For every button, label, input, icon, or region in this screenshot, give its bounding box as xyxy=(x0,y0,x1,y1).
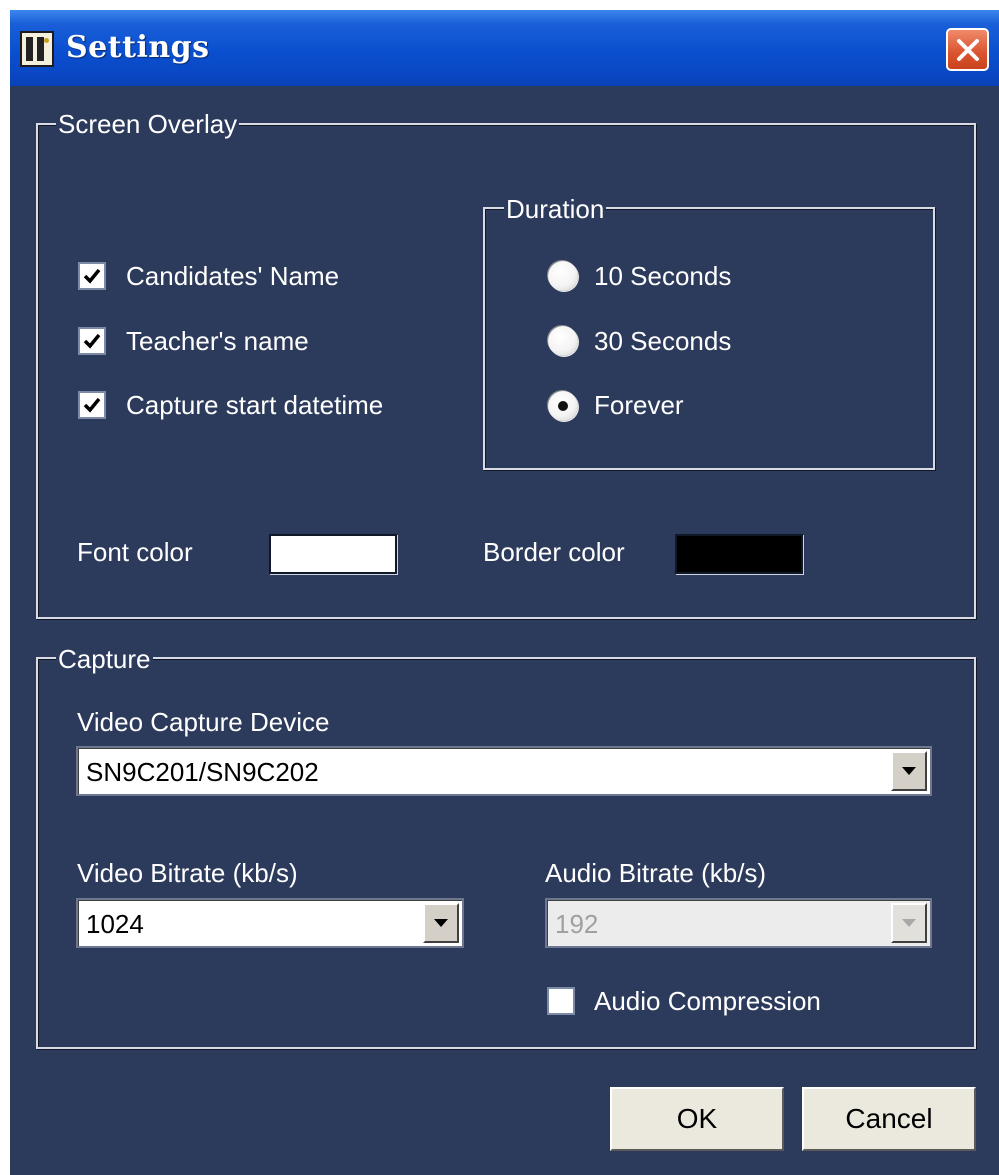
screen-overlay-legend: Screen Overlay xyxy=(56,109,240,140)
checkbox-teachers-name[interactable] xyxy=(78,327,106,355)
close-button[interactable] xyxy=(946,28,989,71)
candidates-name-label[interactable]: Candidates' Name xyxy=(126,261,339,292)
audio-bitrate-value: 192 xyxy=(555,909,599,939)
video-bitrate-select[interactable]: 1024 xyxy=(76,898,464,948)
app-icon xyxy=(20,31,54,67)
video-capture-device-select[interactable]: SN9C201/SN9C202 xyxy=(76,746,932,796)
cancel-button[interactable]: Cancel xyxy=(802,1087,976,1151)
radio-10-seconds[interactable] xyxy=(548,261,578,291)
checkmark-icon xyxy=(83,268,101,284)
video-capture-device-value: SN9C201/SN9C202 xyxy=(86,757,319,787)
chevron-down-icon xyxy=(902,767,916,775)
capture-start-datetime-label[interactable]: Capture start datetime xyxy=(126,390,383,421)
checkbox-candidates-name[interactable] xyxy=(78,262,106,290)
checkbox-audio-compression[interactable] xyxy=(547,987,575,1015)
ok-button[interactable]: OK xyxy=(610,1087,784,1151)
checkmark-icon xyxy=(83,333,101,349)
radio-10-seconds-label[interactable]: 10 Seconds xyxy=(594,261,731,292)
radio-forever[interactable] xyxy=(548,391,578,421)
video-capture-device-dropdown-button[interactable] xyxy=(891,751,927,791)
title-bar[interactable]: Settings xyxy=(10,10,999,86)
capture-legend: Capture xyxy=(56,644,153,675)
border-color-label: Border color xyxy=(483,537,625,567)
audio-bitrate-label: Audio Bitrate (kb/s) xyxy=(545,858,767,888)
settings-dialog: Settings Screen Overlay Candidates' Name… xyxy=(10,10,999,1175)
radio-selected-dot xyxy=(558,401,568,411)
audio-bitrate-dropdown-button xyxy=(891,903,927,943)
close-icon xyxy=(957,39,979,61)
border-color-swatch[interactable] xyxy=(675,534,803,574)
font-color-swatch[interactable] xyxy=(269,534,397,574)
video-bitrate-label: Video Bitrate (kb/s) xyxy=(77,858,298,888)
font-color-label: Font color xyxy=(77,537,193,567)
checkmark-icon xyxy=(83,397,101,413)
video-capture-device-label: Video Capture Device xyxy=(77,707,330,737)
chevron-down-icon xyxy=(434,919,448,927)
audio-compression-label[interactable]: Audio Compression xyxy=(594,986,821,1017)
radio-forever-label[interactable]: Forever xyxy=(594,390,684,421)
video-bitrate-dropdown-button[interactable] xyxy=(423,903,459,943)
radio-30-seconds-label[interactable]: 30 Seconds xyxy=(594,326,731,357)
teachers-name-label[interactable]: Teacher's name xyxy=(126,326,309,357)
video-bitrate-value: 1024 xyxy=(86,909,144,939)
duration-legend: Duration xyxy=(504,194,607,225)
audio-bitrate-select: 192 xyxy=(545,898,932,948)
radio-30-seconds[interactable] xyxy=(548,326,578,356)
chevron-down-icon xyxy=(902,919,916,927)
window-title: Settings xyxy=(66,30,210,65)
checkbox-capture-start-datetime[interactable] xyxy=(78,391,106,419)
